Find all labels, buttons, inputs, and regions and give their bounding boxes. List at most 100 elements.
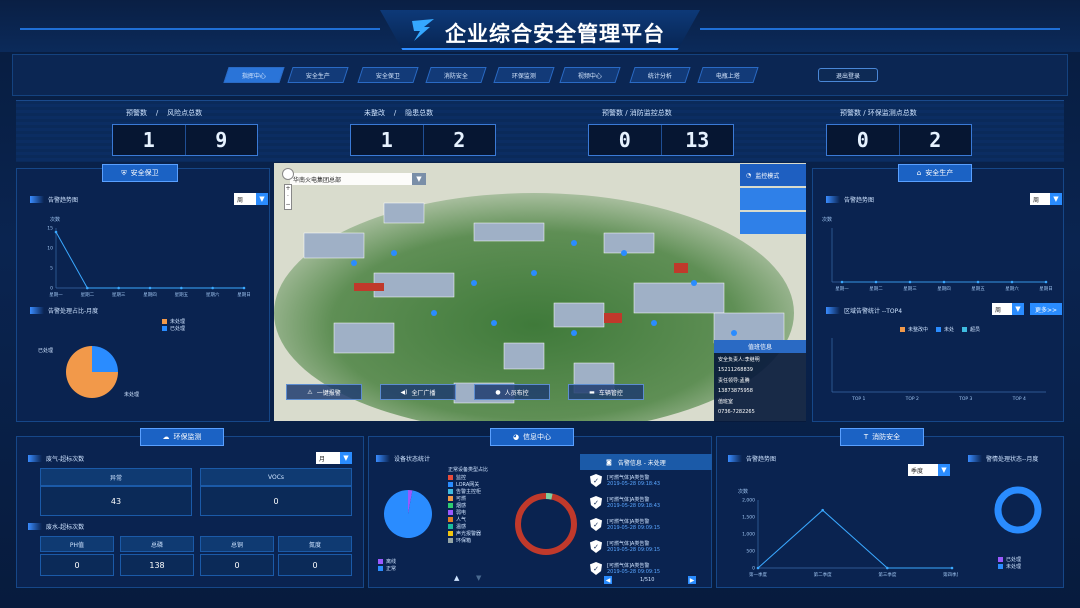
nav-item-6[interactable]: 统计分析 bbox=[629, 67, 691, 83]
chevron-down-icon[interactable]: ▼ bbox=[412, 173, 426, 185]
fire-handle-title-text: 警情处理状态--月度 bbox=[986, 456, 1039, 463]
speaker-icon: ◀) bbox=[400, 388, 408, 396]
alarm-list-item[interactable]: ✓ [可燃气体]A类告警 2019-05-28 09:18:43 bbox=[590, 474, 710, 496]
nav-label: 电瓶上塔 bbox=[715, 72, 740, 80]
alarm-list: ✓ [可燃气体]A类告警 2019-05-28 09:18:43 ✓ [可燃气体]A类告… bbox=[590, 474, 710, 584]
stat-digit: 0 bbox=[827, 125, 900, 155]
map-layer-button[interactable] bbox=[740, 188, 806, 210]
nav-item-0[interactable]: 指挥中心 bbox=[223, 67, 285, 83]
alarm-time: 2019-05-28 09:09:15 bbox=[607, 525, 661, 531]
duty-info-card: 值班信息 安全负责人:李继明 15211268839 责任领导:孟腾 13873… bbox=[714, 340, 806, 422]
x-tick-label: 星期四 bbox=[937, 286, 951, 292]
vehicle-button[interactable]: ▬ 车辆管控 bbox=[568, 384, 644, 400]
production-tab-label: 安全生产 bbox=[925, 169, 954, 177]
legend-label: 超员 bbox=[970, 327, 981, 333]
water-col-header: 氮度 bbox=[278, 536, 352, 552]
chevron-down-icon[interactable]: ▼ bbox=[938, 464, 950, 476]
nav-item-7[interactable]: 电瓶上塔 bbox=[697, 67, 759, 83]
security-line-chart: 星期一 星期二 星期三 星期四 星期五 星期六 星期日 15 10 5 0 bbox=[47, 226, 250, 299]
security-period-select[interactable]: 周 bbox=[234, 193, 256, 205]
scroll-down-icon[interactable]: ▼ bbox=[476, 574, 481, 582]
type-label: 环保箱 bbox=[456, 538, 472, 544]
nav-item-5[interactable]: 视频中心 bbox=[559, 67, 621, 83]
tab-fire[interactable]: T 消防安全 bbox=[840, 428, 924, 446]
type-list-item: 环保箱 bbox=[448, 537, 481, 544]
gas-value: 0 bbox=[200, 486, 352, 516]
production-period-select[interactable]: 周 bbox=[1030, 193, 1052, 205]
x-tick-label: 星期日 bbox=[237, 292, 250, 298]
device-title: 设备状态统计 bbox=[376, 454, 430, 463]
device-legend: 离线 正常 bbox=[378, 558, 396, 572]
data-point bbox=[874, 280, 878, 284]
map-layer-button[interactable] bbox=[740, 212, 806, 234]
broadcast-button[interactable]: ◀) 全厂广播 bbox=[380, 384, 456, 400]
pie-label: 已处理 bbox=[38, 347, 53, 354]
x-tick-label: 星期六 bbox=[1005, 285, 1019, 292]
x-tick-label: 第四季度 bbox=[943, 571, 958, 578]
water-value: 0 bbox=[278, 554, 352, 576]
chevron-down-icon[interactable]: ▼ bbox=[256, 193, 268, 205]
data-point bbox=[1044, 280, 1048, 284]
x-tick-label: 星期三 bbox=[903, 286, 917, 292]
gas-title-text: 废气-超标次数 bbox=[46, 456, 85, 463]
duty-line: 安全负责人:李继明 bbox=[718, 357, 760, 363]
prev-page-button[interactable]: ◀ bbox=[604, 576, 612, 584]
production-alarm-title-text: 告警趋势图 bbox=[844, 197, 875, 204]
water-title: 废水-超标次数 bbox=[28, 522, 84, 531]
alarm-list-item[interactable]: ✓ [可燃气体]A类告警 2019-05-28 09:18:43 bbox=[590, 496, 710, 518]
alarm-title: [可燃气体]A类告警 bbox=[607, 497, 650, 503]
region-period-select[interactable]: 周 bbox=[992, 303, 1014, 315]
tab-info-center[interactable]: ◕ 信息中心 bbox=[490, 428, 574, 446]
alarm-title: [可燃气体]A类告警 bbox=[607, 541, 650, 547]
nav-item-2[interactable]: 安全保卫 bbox=[357, 67, 419, 83]
legend-item: 已处理 bbox=[998, 556, 1021, 563]
shield-icon: ⛨ bbox=[121, 168, 127, 177]
shield-check-icon: ✓ bbox=[590, 496, 602, 509]
data-point bbox=[908, 280, 912, 284]
tab-env[interactable]: ☁ 环保监测 bbox=[140, 428, 224, 446]
zoom-control[interactable]: + · − bbox=[284, 184, 292, 210]
nav-item-4[interactable]: 环保监测 bbox=[493, 67, 555, 83]
shield-check-icon: ✓ bbox=[590, 540, 602, 553]
duty-line: 0736-7282265 bbox=[718, 409, 755, 415]
alarm-time: 2019-05-28 09:09:15 bbox=[607, 569, 661, 575]
ratio-title: 正常设备类型占比 bbox=[448, 467, 489, 473]
alarm-list-item[interactable]: ✓ [可燃气体]A类告警 2019-05-28 09:09:15 bbox=[590, 540, 710, 562]
personnel-button[interactable]: ● 人员布控 bbox=[474, 384, 550, 400]
one-key-alarm-button[interactable]: ⚠ 一键报警 bbox=[286, 384, 362, 400]
compass-icon[interactable] bbox=[282, 168, 294, 180]
series-line bbox=[757, 509, 952, 569]
data-point bbox=[840, 280, 844, 284]
tab-production[interactable]: ⌂ 安全生产 bbox=[898, 164, 972, 182]
alarm-icon: ⚠ bbox=[307, 388, 313, 396]
type-label: LORA网关 bbox=[456, 482, 480, 488]
duty-line: 15211268839 bbox=[718, 367, 753, 373]
type-ring-chart bbox=[515, 493, 577, 555]
scroll-up-icon[interactable]: ▲ bbox=[454, 574, 459, 582]
data-point bbox=[756, 566, 760, 570]
more-button[interactable]: 更多>> bbox=[1030, 303, 1062, 315]
monitor-mode-label: 监控模式 bbox=[755, 172, 780, 180]
chevron-down-icon[interactable]: ▼ bbox=[1012, 303, 1024, 315]
y-tick-label: 2,000 bbox=[742, 498, 755, 504]
alarm-list-item[interactable]: ✓ [可燃气体]A类告警 2019-05-28 09:09:15 bbox=[590, 518, 710, 540]
camera-icon: ◔ bbox=[746, 171, 752, 179]
x-tick-label: TOP 2 bbox=[905, 396, 919, 402]
x-tick-label: 第一季度 bbox=[749, 571, 767, 578]
logout-button[interactable]: 退出登录 bbox=[818, 68, 878, 82]
tab-security[interactable]: ⛨ 安全保卫 bbox=[102, 164, 178, 182]
nav-item-1[interactable]: 安全生产 bbox=[287, 67, 349, 83]
water-value: 138 bbox=[120, 554, 194, 576]
stat-counter: 02 bbox=[826, 124, 972, 156]
chevron-down-icon[interactable]: ▼ bbox=[340, 452, 352, 464]
nav-label: 安全保卫 bbox=[375, 72, 400, 80]
area-select[interactable]: 华南火电集团总部 bbox=[290, 173, 412, 185]
production-alarm-title: 告警趋势图 bbox=[826, 195, 874, 204]
type-label: 人气 bbox=[456, 517, 467, 523]
chevron-down-icon[interactable]: ▼ bbox=[1050, 193, 1062, 205]
next-page-button[interactable]: ▶ bbox=[688, 576, 696, 584]
nav-item-3[interactable]: 消防安全 bbox=[425, 67, 487, 83]
fire-period-select[interactable]: 季度 bbox=[908, 464, 938, 476]
monitor-mode-button[interactable]: ◔ 监控模式 bbox=[740, 164, 806, 186]
env-period-select[interactable]: 月 bbox=[316, 452, 340, 464]
